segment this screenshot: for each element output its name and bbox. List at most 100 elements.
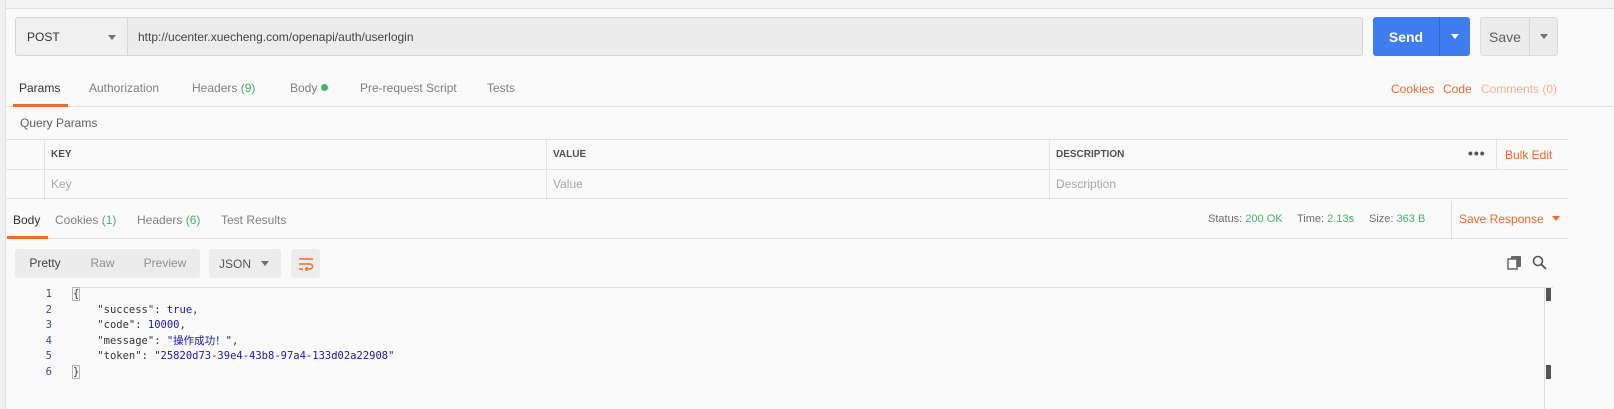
column-header-key: KEY xyxy=(44,140,546,170)
json-value: 10000 xyxy=(147,319,180,331)
query-params-table: KEY VALUE DESCRIPTION ••• Bulk Edit Key … xyxy=(6,139,1568,200)
chevron-down-icon xyxy=(1551,216,1560,221)
save-response-label: Save Response xyxy=(1459,212,1544,226)
wrap-lines-button[interactable] xyxy=(291,249,320,278)
tab-headers[interactable]: Headers (9) xyxy=(192,69,255,107)
view-mode-group: Pretty Raw Preview xyxy=(15,249,200,278)
response-headers-label: Headers xyxy=(137,213,183,227)
tab-tests-label: Tests xyxy=(487,81,516,95)
response-body-label: Body xyxy=(13,213,41,227)
code-line: "message": "操作成功！", xyxy=(97,334,239,347)
headers-count: (9) xyxy=(240,81,256,95)
open-brace: { xyxy=(72,287,81,301)
json-value: "操作成功！" xyxy=(166,334,233,347)
line-number: 3 xyxy=(45,319,52,331)
code-link[interactable]: Code xyxy=(1443,69,1472,107)
scrollbar-thumb[interactable] xyxy=(1546,288,1551,301)
json-key: "code" xyxy=(97,319,136,331)
response-body-viewer[interactable]: 1 2 3 4 5 6 { "success": true, "code": 1… xyxy=(6,287,1568,409)
code-line: { xyxy=(72,287,81,303)
tab-tests[interactable]: Tests xyxy=(487,69,515,107)
save-options-button[interactable] xyxy=(1530,34,1557,39)
response-cookies-label: Cookies xyxy=(55,213,99,227)
tab-params[interactable]: Params xyxy=(12,69,69,107)
editor-border xyxy=(72,287,1553,288)
response-tabs: Body Cookies (1) Headers (6) Test Result… xyxy=(6,201,1568,239)
status-value: 200 OK xyxy=(1245,213,1283,225)
comments-link[interactable]: Comments (0) xyxy=(1481,69,1557,107)
tab-test-results[interactable]: Test Results xyxy=(221,201,286,239)
request-tabs: Params Authorization Headers (9) Body Pr… xyxy=(6,69,1614,107)
tab-params-label: Params xyxy=(19,81,61,95)
vertical-scrollbar[interactable] xyxy=(1544,287,1552,409)
body-indicator-dot xyxy=(321,84,329,91)
description-input[interactable]: Description xyxy=(1049,170,1568,200)
tab-body[interactable]: Body xyxy=(290,69,329,107)
json-key: "token" xyxy=(97,350,142,362)
code-line: } xyxy=(72,364,81,381)
scrollbar-thumb[interactable] xyxy=(1546,365,1551,379)
time-label: Time: xyxy=(1297,213,1325,225)
send-options-button[interactable] xyxy=(1440,34,1470,39)
column-header-description: DESCRIPTION xyxy=(1049,140,1459,170)
format-value: JSON xyxy=(219,256,252,271)
tab-body-label: Body xyxy=(290,81,318,95)
json-value: true xyxy=(166,303,193,316)
response-cookies-count: (1) xyxy=(101,213,117,227)
tab-prerequest-script[interactable]: Pre-request Script xyxy=(360,69,457,107)
response-size: Size: 363 B xyxy=(1369,201,1425,239)
code-line: "code": 10000, xyxy=(97,319,186,331)
code-line: "token": "25820d73-39e4-43b8-97a4-133d02… xyxy=(97,350,395,362)
preview-button[interactable]: Preview xyxy=(130,249,200,278)
pretty-button[interactable]: Pretty xyxy=(15,249,75,278)
chevron-down-icon xyxy=(1539,34,1548,39)
json-key: "message" xyxy=(97,334,155,347)
tab-response-cookies[interactable]: Cookies (1) xyxy=(55,201,116,239)
chevron-down-icon xyxy=(108,35,116,40)
more-options-icon[interactable]: ••• xyxy=(1468,140,1486,170)
line-number: 5 xyxy=(45,350,52,362)
copy-icon[interactable] xyxy=(1507,255,1522,270)
save-response-button[interactable]: Save Response xyxy=(1451,201,1560,239)
test-results-label: Test Results xyxy=(221,213,287,227)
value-input[interactable]: Value xyxy=(546,170,1049,200)
status-label: Status: xyxy=(1208,213,1243,225)
method-value: POST xyxy=(27,29,60,44)
format-select[interactable]: JSON xyxy=(209,249,281,278)
tab-authorization-label: Authorization xyxy=(89,81,160,95)
tab-response-headers[interactable]: Headers (6) xyxy=(137,201,200,239)
size-value: 363 B xyxy=(1396,213,1426,225)
tab-response-body[interactable]: Body xyxy=(6,201,49,239)
line-number: 4 xyxy=(45,334,52,347)
cookies-link[interactable]: Cookies xyxy=(1391,69,1434,107)
save-button[interactable]: Save xyxy=(1480,17,1558,56)
url-input[interactable] xyxy=(127,17,1363,56)
time-value: 2.13s xyxy=(1327,213,1355,225)
column-header-value: VALUE xyxy=(546,140,1049,170)
line-number: 6 xyxy=(45,365,52,378)
table-header-row: KEY VALUE DESCRIPTION ••• Bulk Edit xyxy=(6,140,1568,170)
search-icon[interactable] xyxy=(1532,255,1547,270)
tab-prerequest-label: Pre-request Script xyxy=(360,81,457,95)
send-label: Send xyxy=(1388,28,1424,45)
key-input[interactable]: Key xyxy=(44,170,546,200)
response-headers-count: (6) xyxy=(185,213,201,227)
chevron-down-icon xyxy=(1451,34,1459,39)
raw-button[interactable]: Raw xyxy=(75,249,130,278)
line-number: 2 xyxy=(45,303,52,316)
tab-strip xyxy=(6,0,1614,9)
save-label: Save xyxy=(1489,28,1521,45)
query-params-title: Query Params xyxy=(20,116,98,130)
wrap-lines-icon xyxy=(298,257,313,271)
tab-authorization[interactable]: Authorization xyxy=(89,69,159,107)
table-row: Key Value Description xyxy=(6,170,1568,200)
code-line: "success": true, xyxy=(97,303,199,316)
json-value: "25820d73-39e4-43b8-97a4-133d02a22908" xyxy=(154,350,395,362)
request-bar: POST Send Save xyxy=(15,17,1604,56)
line-number: 1 xyxy=(45,288,52,300)
close-brace: } xyxy=(72,364,81,379)
response-time: Time: 2.13s xyxy=(1297,201,1354,239)
method-select[interactable]: POST xyxy=(15,17,128,56)
send-button[interactable]: Send xyxy=(1373,17,1470,56)
bulk-edit-link[interactable]: Bulk Edit xyxy=(1496,140,1552,170)
